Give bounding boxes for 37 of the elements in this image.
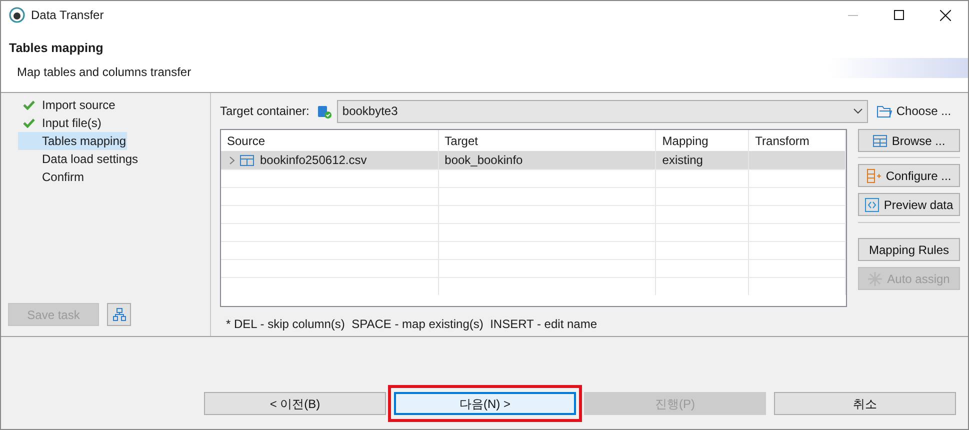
target-container-dropdown[interactable]: bookbyte3 bbox=[337, 100, 868, 122]
folder-icon bbox=[877, 104, 892, 118]
page-subtitle: Map tables and columns transfer bbox=[17, 64, 192, 81]
wizard-button[interactable]: 취소 bbox=[774, 392, 956, 415]
table-row[interactable]: bookinfo250612.csv book_bookinfo existing bbox=[221, 151, 846, 169]
app-logo-icon bbox=[9, 7, 25, 23]
table-cell-text: book_bookinfo bbox=[444, 152, 523, 169]
code-preview-icon bbox=[864, 198, 879, 212]
task-tool-button[interactable] bbox=[107, 303, 131, 326]
side-button[interactable]: Mapping Rules bbox=[858, 238, 960, 261]
target-container-label: Target container: bbox=[220, 103, 310, 120]
columns-add-icon bbox=[866, 168, 881, 182]
step-item[interactable]: Data load settings bbox=[18, 150, 140, 168]
table-cell-text: bookinfo250612.csv bbox=[260, 152, 367, 169]
table-icon bbox=[872, 134, 887, 146]
database-check-icon bbox=[317, 104, 332, 118]
choose-button[interactable]: Choose ... bbox=[875, 100, 954, 122]
maximize-icon bbox=[894, 10, 904, 20]
window-title: Data Transfer bbox=[31, 7, 104, 24]
hierarchy-icon bbox=[112, 308, 126, 321]
chevron-right-icon bbox=[229, 156, 235, 164]
step-item[interactable]: Tables mapping bbox=[18, 132, 128, 150]
side-button[interactable]: Browse ... bbox=[858, 129, 960, 152]
step-item[interactable]: Import source bbox=[18, 96, 116, 114]
wizard-button[interactable]: < 이전(B) bbox=[204, 392, 386, 415]
side-button[interactable]: Configure ... bbox=[858, 164, 960, 187]
step-item[interactable]: Input file(s) bbox=[18, 114, 102, 132]
close-icon bbox=[940, 10, 950, 20]
wizard-button[interactable]: 다음(N) > bbox=[394, 392, 576, 415]
keyboard-hint: * DEL - skip column(s) SPACE - map existing(s) INSERT - edit name bbox=[226, 316, 598, 333]
page-title: Tables mapping bbox=[9, 40, 104, 57]
chevron-down-icon bbox=[853, 108, 864, 114]
minimize-icon bbox=[848, 14, 858, 16]
side-button[interactable]: Preview data bbox=[858, 193, 960, 216]
step-item[interactable]: Confirm bbox=[18, 168, 86, 186]
table-icon bbox=[240, 154, 254, 166]
table-cell-text: existing bbox=[662, 152, 703, 169]
